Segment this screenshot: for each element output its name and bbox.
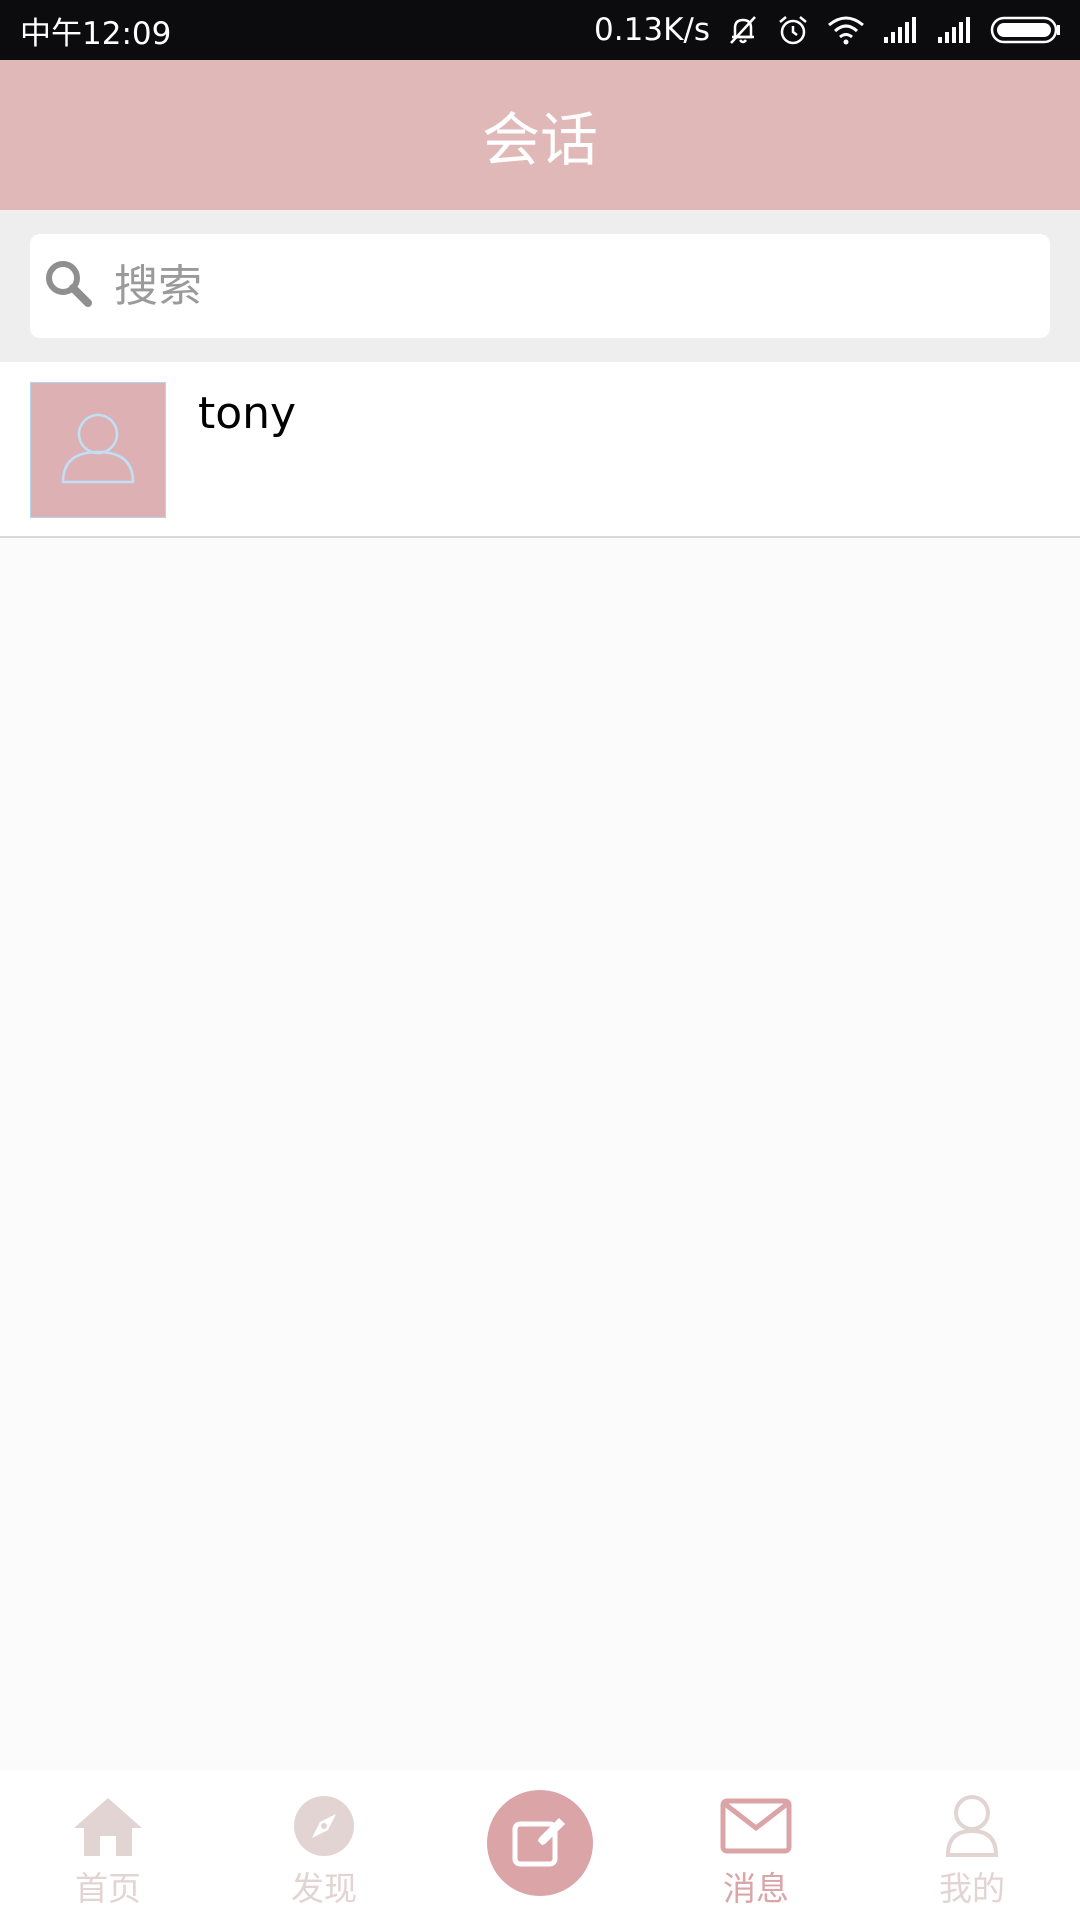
status-time: 中午12:09 (20, 15, 172, 52)
battery-icon (990, 15, 1062, 45)
user-icon (58, 408, 138, 492)
tab-label: 首页 (75, 1869, 141, 1908)
tab-home[interactable]: 首页 (0, 1770, 216, 1920)
wifi-icon (826, 14, 866, 46)
avatar (30, 382, 166, 518)
tab-messages[interactable]: 消息 (648, 1770, 864, 1920)
search-area (0, 210, 1080, 362)
status-bar: 中午12:09 0.13K/s (0, 0, 1080, 60)
mail-icon (720, 1792, 792, 1860)
tab-profile[interactable]: 我的 (864, 1770, 1080, 1920)
signal-icon (936, 15, 974, 45)
tab-label: 消息 (723, 1869, 789, 1908)
search-box[interactable] (30, 234, 1050, 338)
search-icon (42, 257, 96, 315)
home-icon (70, 1792, 146, 1860)
status-icons: 0.13K/s (594, 12, 1062, 48)
bell-muted-icon (726, 13, 760, 47)
compose-button[interactable] (487, 1790, 593, 1896)
user-icon (943, 1792, 1001, 1860)
conversation-name: tony (198, 388, 297, 439)
conversation-list: tony (0, 362, 1080, 538)
app-header: 会话 (0, 60, 1080, 210)
tab-compose[interactable] (432, 1770, 648, 1920)
compass-icon (292, 1792, 356, 1860)
search-input[interactable] (114, 246, 994, 326)
conversation-item[interactable]: tony (0, 362, 1080, 538)
page-title: 会话 (481, 106, 598, 174)
signal-icon (882, 15, 920, 45)
tab-label: 发现 (291, 1869, 357, 1908)
network-speed: 0.13K/s (594, 12, 710, 48)
alarm-icon (776, 13, 810, 47)
compose-icon (509, 1810, 571, 1876)
bottom-tab-bar: 首页 发现 消息 我的 (0, 1770, 1080, 1920)
tab-discover[interactable]: 发现 (216, 1770, 432, 1920)
tab-label: 我的 (939, 1869, 1005, 1908)
